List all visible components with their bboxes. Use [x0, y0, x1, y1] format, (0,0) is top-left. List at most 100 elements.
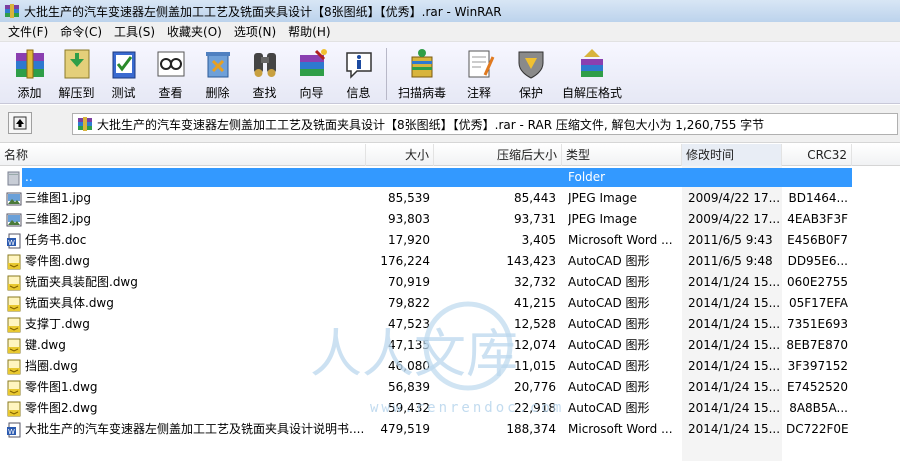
file-row[interactable]: .. Folder — [0, 167, 900, 188]
delete-button[interactable]: 删除 — [194, 46, 241, 102]
column-size[interactable]: 大小 — [366, 144, 434, 166]
file-crc32: E456B0F7 — [787, 233, 848, 247]
file-modified: 2009/4/22 17... — [688, 212, 780, 226]
file-crc32: DD95E6... — [787, 254, 848, 268]
file-size — [366, 167, 430, 188]
sfx-button[interactable]: 自解压格式 — [557, 46, 627, 102]
add-button[interactable]: 添加 — [6, 46, 53, 102]
file-row[interactable]: 零件图2.dwg 59,432 22,918 AutoCAD 图形 2014/1/24 … — [0, 398, 900, 419]
file-packed-size: 3,405 — [521, 233, 556, 247]
rar-archive-icon — [78, 117, 92, 131]
file-size: 70,919 — [388, 275, 430, 289]
menu-commands[interactable]: 命令(C) — [54, 22, 108, 42]
file-name-cell: 支撑丁.dwg — [6, 314, 364, 335]
file-name: 三维图2.jpg — [25, 212, 92, 226]
file-modified: 2011/6/5 9:48 — [688, 254, 773, 268]
file-type: AutoCAD 图形 — [568, 317, 650, 331]
svg-text:W: W — [8, 428, 15, 436]
file-row[interactable]: W 任务书.doc 17,920 3,405 Microsoft Word ... 201… — [0, 230, 900, 251]
file-row[interactable]: 键.dwg 47,135 12,074 AutoCAD 图形 2014/1/24 15.… — [0, 335, 900, 356]
up-folder-button[interactable] — [8, 112, 32, 134]
menu-tools[interactable]: 工具(S) — [108, 22, 161, 42]
file-type: JPEG Image — [568, 212, 638, 226]
delete-icon — [197, 46, 239, 82]
file-row[interactable]: 三维图1.jpg 85,539 85,443 JPEG Image 2009/4/22 … — [0, 188, 900, 209]
file-crc32 — [786, 167, 848, 188]
autocad-file-icon — [6, 380, 22, 396]
file-name: 铣面夹具体.dwg — [25, 296, 114, 310]
file-size: 47,523 — [388, 317, 430, 331]
file-row[interactable]: 铣面夹具体.dwg 79,822 41,215 AutoCAD 图形 2014/1/24… — [0, 293, 900, 314]
file-row[interactable]: W 大批生产的汽车变速器左侧盖加工工艺及铣面夹具设计说明书.... 479,519 1… — [0, 419, 900, 440]
test-icon — [103, 46, 145, 82]
protect-button[interactable]: 保护 — [505, 46, 557, 102]
file-packed-size: 20,776 — [514, 380, 556, 394]
file-name-cell: 三维图2.jpg — [6, 209, 364, 230]
window-title: 大批生产的汽车变速器左侧盖加工工艺及铣面夹具设计【8张图纸】【优秀】.rar -… — [24, 4, 502, 19]
autocad-file-icon — [6, 359, 22, 375]
winrar-app-icon[interactable] — [4, 3, 20, 19]
file-row[interactable]: 三维图2.jpg 93,803 93,731 JPEG Image 2009/4/22 … — [0, 209, 900, 230]
menu-file[interactable]: 文件(F) — [2, 22, 54, 42]
file-packed-size: 12,074 — [514, 338, 556, 352]
file-row[interactable]: 支撑丁.dwg 47,523 12,528 AutoCAD 图形 2014/1/24 1… — [0, 314, 900, 335]
file-modified: 2014/1/24 15... — [688, 401, 780, 415]
wizard-button[interactable]: 向导 — [288, 46, 335, 102]
file-name-cell: 零件图2.dwg — [6, 398, 364, 419]
jpeg-file-icon — [6, 191, 22, 207]
file-packed-size — [434, 167, 556, 188]
protect-icon — [510, 46, 552, 82]
autocad-file-icon — [6, 254, 22, 270]
column-type[interactable]: 类型 — [562, 144, 682, 166]
file-name: 大批生产的汽车变速器左侧盖加工工艺及铣面夹具设计说明书.... — [25, 422, 364, 436]
file-crc32: 05F17EFA — [788, 296, 848, 310]
test-button[interactable]: 测试 — [100, 46, 147, 102]
file-row[interactable]: 零件图.dwg 176,224 143,423 AutoCAD 图形 2011/6/5 … — [0, 251, 900, 272]
toolbar-separator — [386, 48, 387, 100]
file-modified: 2014/1/24 15... — [688, 380, 780, 394]
file-crc32: 060E2755 — [786, 275, 848, 289]
file-crc32: 8EB7E870 — [786, 338, 848, 352]
word-document-icon: W — [6, 233, 22, 249]
column-header-row: 名称 大小 压缩后大小 类型 修改时间 CRC32 — [0, 144, 900, 166]
file-name: 任务书.doc — [25, 233, 87, 247]
address-bar: 大批生产的汽车变速器左侧盖加工工艺及铣面夹具设计【8张图纸】【优秀】.rar -… — [0, 105, 900, 143]
file-size: 56,839 — [388, 380, 430, 394]
file-name: 三维图1.jpg — [25, 191, 92, 205]
archive-path-field[interactable]: 大批生产的汽车变速器左侧盖加工工艺及铣面夹具设计【8张图纸】【优秀】.rar -… — [72, 113, 898, 135]
file-packed-size: 188,374 — [506, 422, 556, 436]
extract-to-button[interactable]: 解压到 — [53, 46, 100, 102]
word-document-icon: W — [6, 422, 22, 438]
column-crc32[interactable]: CRC32 — [782, 144, 852, 166]
menu-favorites[interactable]: 收藏夹(O) — [161, 22, 228, 42]
comment-button[interactable]: 注释 — [453, 46, 505, 102]
file-type: Microsoft Word ... — [568, 422, 673, 436]
menu-options[interactable]: 选项(N) — [228, 22, 282, 42]
menu-help[interactable]: 帮助(H) — [282, 22, 336, 42]
file-row[interactable]: 铣面夹具装配图.dwg 70,919 32,732 AutoCAD 图形 2014/1/… — [0, 272, 900, 293]
column-name[interactable]: 名称 — [0, 144, 366, 166]
virus-scan-icon — [401, 46, 443, 82]
file-modified: 2014/1/24 15... — [688, 359, 780, 373]
view-button[interactable]: 查看 — [147, 46, 194, 102]
file-name-cell: 三维图1.jpg — [6, 188, 364, 209]
file-name-cell: 铣面夹具装配图.dwg — [6, 272, 364, 293]
file-name: 零件图1.dwg — [25, 380, 98, 394]
file-name: 铣面夹具装配图.dwg — [25, 275, 138, 289]
autocad-file-icon — [6, 401, 22, 417]
file-crc32: BD1464... — [788, 191, 848, 205]
file-name-cell: 零件图.dwg — [6, 251, 364, 272]
virus-scan-button[interactable]: 扫描病毒 — [391, 46, 453, 102]
file-modified: 2014/1/24 15... — [688, 317, 780, 331]
column-modified[interactable]: 修改时间 — [682, 144, 782, 166]
find-button[interactable]: 查找 — [241, 46, 288, 102]
file-row[interactable]: 挡圈.dwg 46,080 11,015 AutoCAD 图形 2014/1/24 15… — [0, 356, 900, 377]
file-modified: 2014/1/24 15... — [688, 422, 780, 436]
file-row[interactable]: 零件图1.dwg 56,839 20,776 AutoCAD 图形 2014/1/24 … — [0, 377, 900, 398]
column-packed-size[interactable]: 压缩后大小 — [434, 144, 562, 166]
jpeg-file-icon — [6, 212, 22, 228]
menu-bar: 文件(F) 命令(C) 工具(S) 收藏夹(O) 选项(N) 帮助(H) — [0, 22, 900, 42]
file-size: 46,080 — [388, 359, 430, 373]
info-button[interactable]: 信息 — [335, 46, 382, 102]
file-size: 479,519 — [380, 422, 430, 436]
